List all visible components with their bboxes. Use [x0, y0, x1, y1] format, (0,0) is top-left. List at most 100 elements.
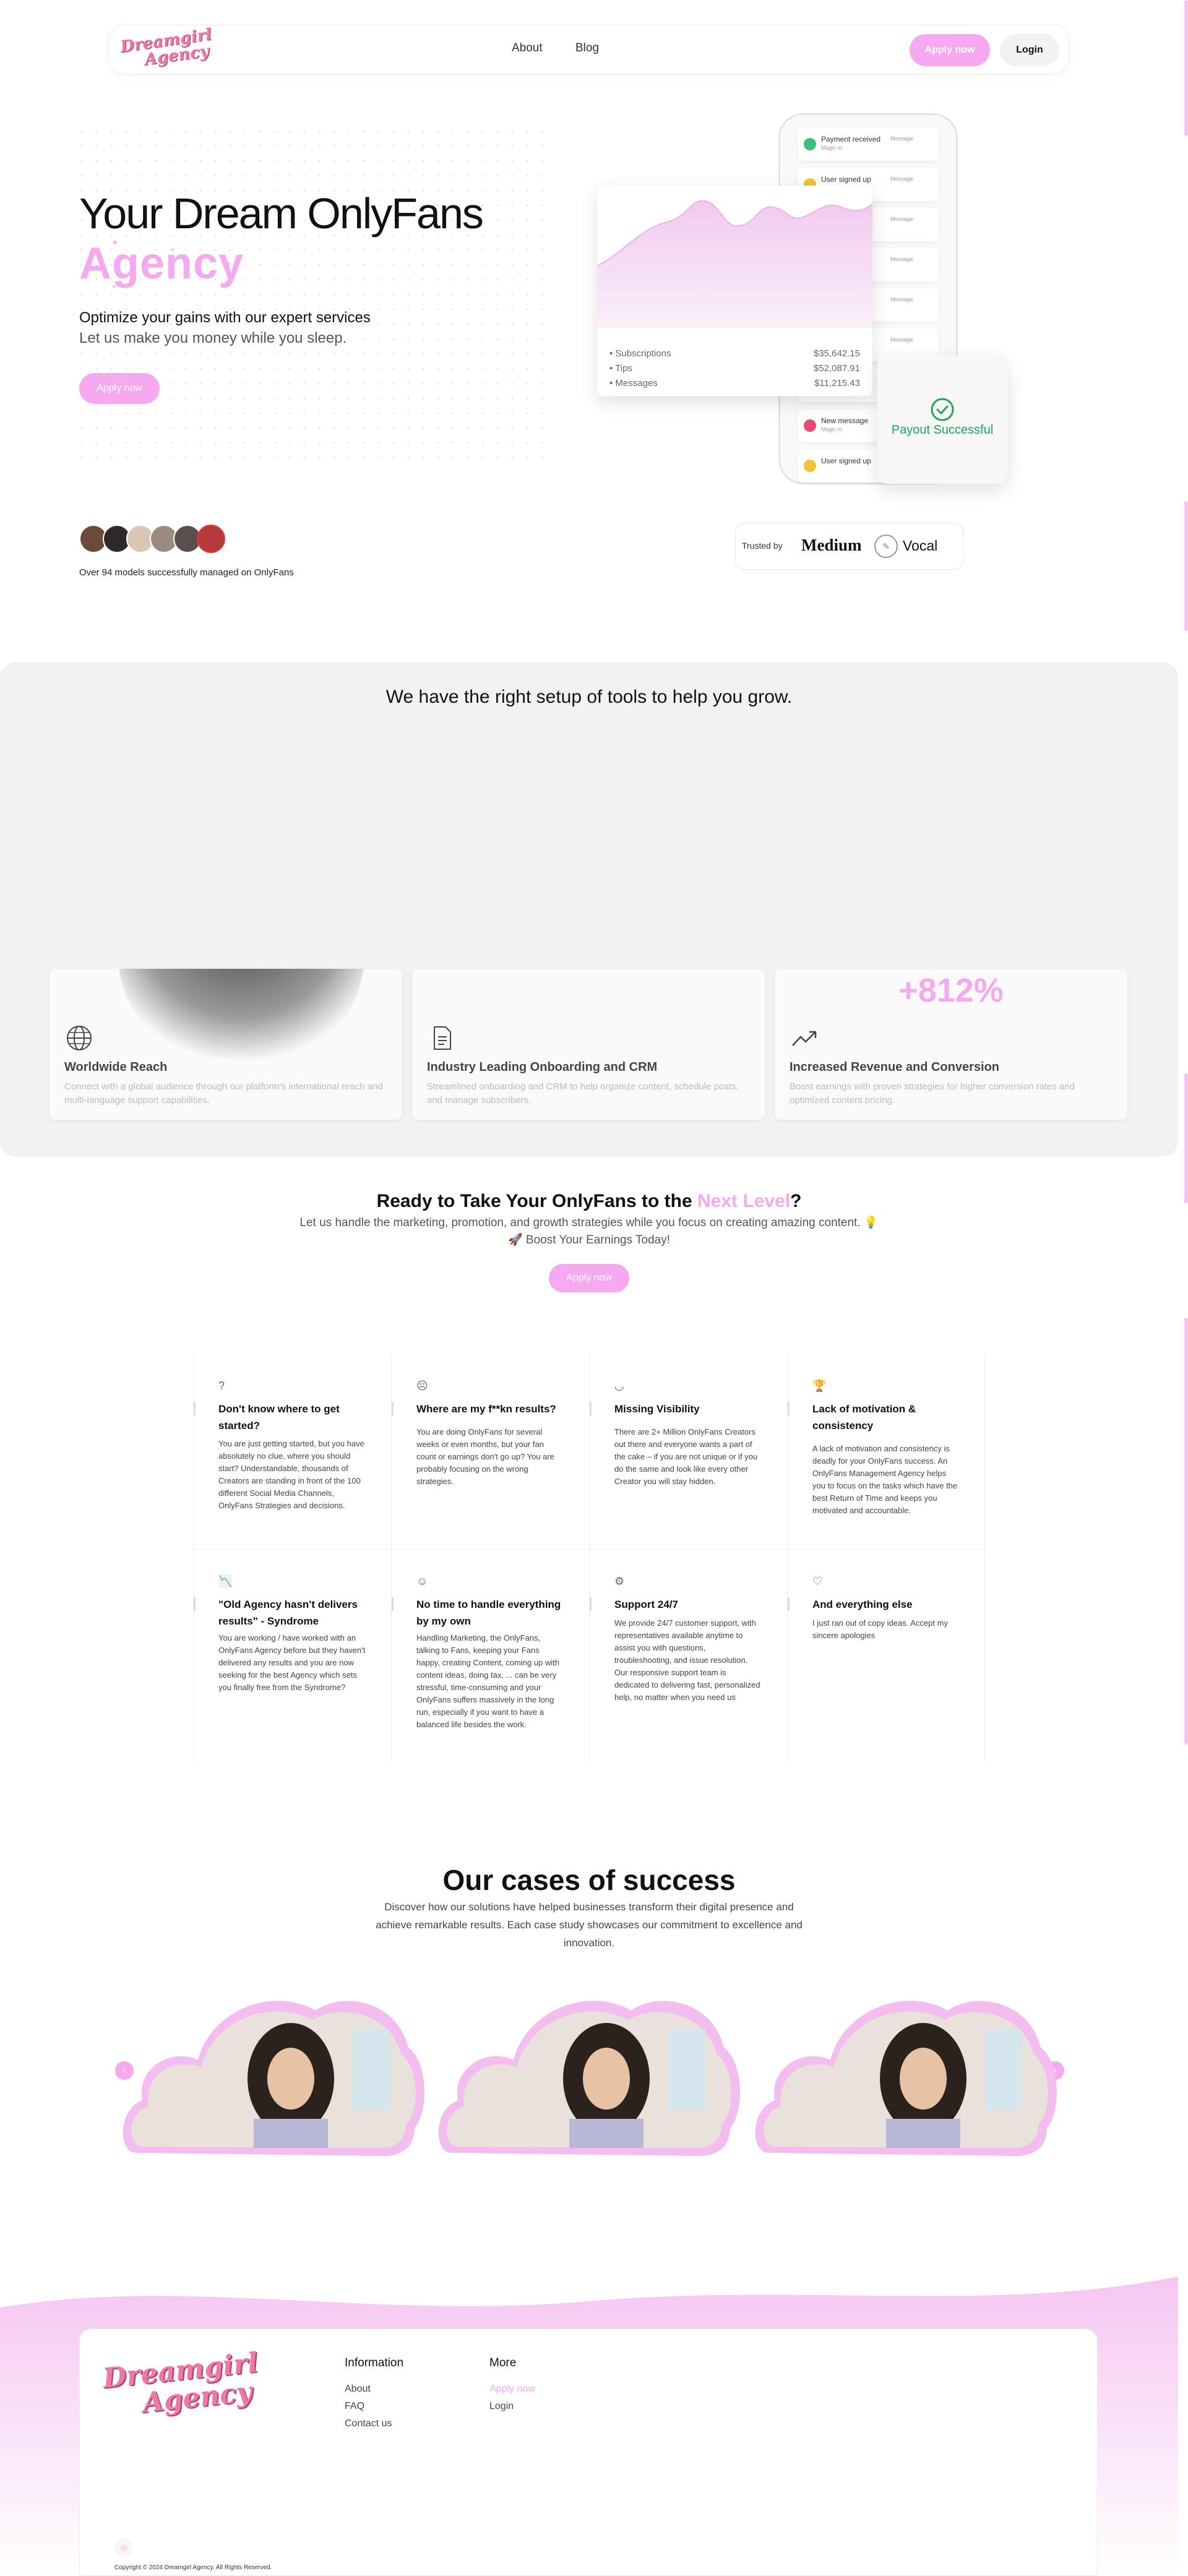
medium-logo: Medium	[801, 536, 862, 554]
check-circle-icon	[931, 398, 954, 421]
ready-title-highlight: Next Level	[697, 1191, 791, 1211]
accent-bar	[590, 1597, 592, 1611]
svg-text:✦: ✦	[170, 247, 175, 254]
case-image-cloud[interactable]	[433, 1986, 742, 2159]
problem-description: You are doing OnlyFans for several weeks…	[416, 1427, 554, 1486]
problem-card: ⚙ Support 24/7 We provide 24/7 customer …	[590, 1549, 788, 1762]
footer-info-title: Information	[345, 2356, 404, 2369]
trusted-by-badge: Trusted by Medium ✎ Vocal	[735, 523, 964, 570]
dot-pattern-background	[74, 124, 544, 470]
revenue-value: $35,642.15	[813, 348, 860, 359]
problem-title: "Old Agency hasn't delivers results" - S…	[218, 1599, 358, 1627]
hero-title: Your Dream OnlyFans	[79, 189, 484, 238]
problem-card: ◡ Missing Visibility There are 2+ Millio…	[590, 1354, 788, 1552]
trending-up-icon	[792, 1031, 817, 1046]
copyright-text: Copyright © 2024 Dreamgirl Agency. All R…	[114, 2564, 272, 2571]
problem-description: You are just getting started, but you ha…	[218, 1439, 364, 1510]
revenue-area-chart	[597, 200, 872, 328]
footer-contact-link[interactable]: Contact us	[345, 2418, 392, 2429]
feature-card-worldwide: Worldwide Reach Connect with a global au…	[50, 969, 402, 1120]
hero-subtitle: Optimize your gains with our expert serv…	[79, 309, 371, 326]
trophy-icon: 🏆	[812, 1380, 827, 1392]
accent-bar	[788, 1402, 790, 1415]
problem-description: A lack of motivation and consistency is …	[812, 1444, 958, 1515]
brand-logo[interactable]: Dreamgirl Agency	[119, 25, 216, 74]
ready-tagline: 🚀 Boost Your Earnings Today!	[507, 1234, 671, 1247]
scroll-accent	[1184, 0, 1188, 136]
top-navbar: Dreamgirl Agency About Blog Apply now Lo…	[108, 25, 1069, 74]
feature-card-revenue: +812% Increased Revenue and Conversion B…	[775, 969, 1127, 1120]
notification-subtitle: Magic m	[821, 426, 843, 432]
problem-card: ☺ No time to handle everything by my own…	[392, 1549, 590, 1762]
revenue-row-subscriptions: • Subscriptions $35,642.15	[609, 348, 860, 359]
revenue-value: $11,215.43	[814, 378, 860, 389]
bullet-icon: •	[609, 363, 616, 374]
footer-apply-link[interactable]: Apply now	[489, 2384, 535, 2395]
notification-meta: Message	[890, 337, 913, 343]
nav-login-button[interactable]: Login	[1000, 34, 1059, 66]
accent-bar	[194, 1402, 196, 1415]
svg-text:✦: ✦	[225, 260, 231, 268]
problem-title: Lack of motivation & consistency	[812, 1403, 916, 1432]
vocal-logo-icon: ✎	[874, 535, 898, 558]
notification-meta: Message	[890, 176, 913, 182]
payout-success-card: Payout Successful	[877, 355, 1007, 484]
problem-description: I just ran out of copy ideas. Accept my …	[812, 1618, 948, 1640]
tools-title: We have the right setup of tools to help…	[385, 687, 793, 707]
hero-apply-button[interactable]: Apply now	[79, 373, 160, 404]
chart-icon: 📉	[218, 1575, 233, 1587]
case-image-cloud[interactable]	[750, 1986, 1059, 2159]
instagram-icon[interactable]: ◎	[114, 2538, 133, 2557]
smile-icon: ☺	[416, 1575, 428, 1587]
svg-text:✦: ✦	[111, 238, 119, 247]
footer-logo[interactable]: Dreamgirl Agency	[101, 2347, 269, 2433]
heart-icon: ♡	[812, 1575, 823, 1587]
globe-illustration	[119, 969, 364, 1068]
notification-meta: Message	[890, 216, 913, 222]
nav-apply-button[interactable]: Apply now	[910, 34, 990, 66]
notification-meta: Message	[890, 296, 913, 303]
problem-title: Missing Visibility	[614, 1403, 700, 1415]
problem-title: And everything else	[812, 1599, 913, 1610]
scroll-accent	[1184, 1073, 1188, 1203]
problem-title: No time to handle everything by my own	[416, 1599, 561, 1627]
sad-face-icon: ☹	[416, 1380, 428, 1392]
model-avatars	[79, 525, 246, 558]
scroll-accent	[1184, 1318, 1188, 1745]
feature-title: Industry Leading Onboarding and CRM	[427, 1060, 658, 1074]
problem-card: 📉 "Old Agency hasn't delivers results" -…	[194, 1549, 392, 1762]
feature-title: Increased Revenue and Conversion	[790, 1060, 1000, 1074]
feature-card-onboarding: Industry Leading Onboarding and CRM Stre…	[412, 969, 765, 1120]
problem-description: There are 2+ Million OnlyFans Creators o…	[614, 1427, 758, 1486]
footer-faq-link[interactable]: FAQ	[345, 2401, 364, 2412]
footer-more-title: More	[489, 2356, 517, 2369]
nav-about-link[interactable]: About	[512, 41, 543, 55]
problem-title: Support 24/7	[614, 1599, 678, 1610]
problem-card: 🏆 Lack of motivation & consistency A lac…	[788, 1354, 986, 1552]
tools-section: We have the right setup of tools to help…	[0, 662, 1178, 1157]
notification-title: New message	[821, 416, 869, 425]
footer: Dreamgirl Agency Information About FAQ C…	[79, 2329, 1098, 2576]
models-count-text: Over 94 models successfully managed on O…	[79, 567, 294, 578]
nav-blog-link[interactable]: Blog	[575, 41, 599, 55]
ready-title-suffix: ?	[790, 1191, 802, 1211]
scroll-accent	[1184, 501, 1188, 631]
problem-title: Don't know where to get started?	[218, 1403, 340, 1432]
feature-description: Streamlined onboarding and CRM to help o…	[427, 1081, 739, 1106]
accent-bar	[194, 1597, 196, 1611]
hero-tagline: Let us make you money while you sleep.	[79, 330, 347, 346]
notification-title: Payment received	[821, 135, 881, 144]
sparkle-decoration: ✦ ✦ ✦ ✦	[111, 238, 231, 291]
problem-card: ♡ And everything else I just ran out of …	[788, 1549, 986, 1762]
feature-description: Boost earnings with proven strategies fo…	[790, 1081, 1075, 1106]
bullet-icon: •	[609, 378, 616, 389]
bullet-icon: •	[609, 348, 616, 359]
problem-description: We provide 24/7 customer support, with r…	[614, 1618, 760, 1702]
revenue-row-tips: • Tips $52,087.91	[609, 363, 860, 374]
footer-about-link[interactable]: About	[345, 2384, 371, 2395]
ready-apply-button[interactable]: Apply now	[549, 1264, 629, 1292]
problem-description: You are working / have worked with an On…	[218, 1633, 366, 1692]
footer-login-link[interactable]: Login	[489, 2401, 514, 2412]
case-image-cloud[interactable]	[118, 1986, 427, 2159]
revenue-label: Subscriptions	[615, 348, 671, 359]
